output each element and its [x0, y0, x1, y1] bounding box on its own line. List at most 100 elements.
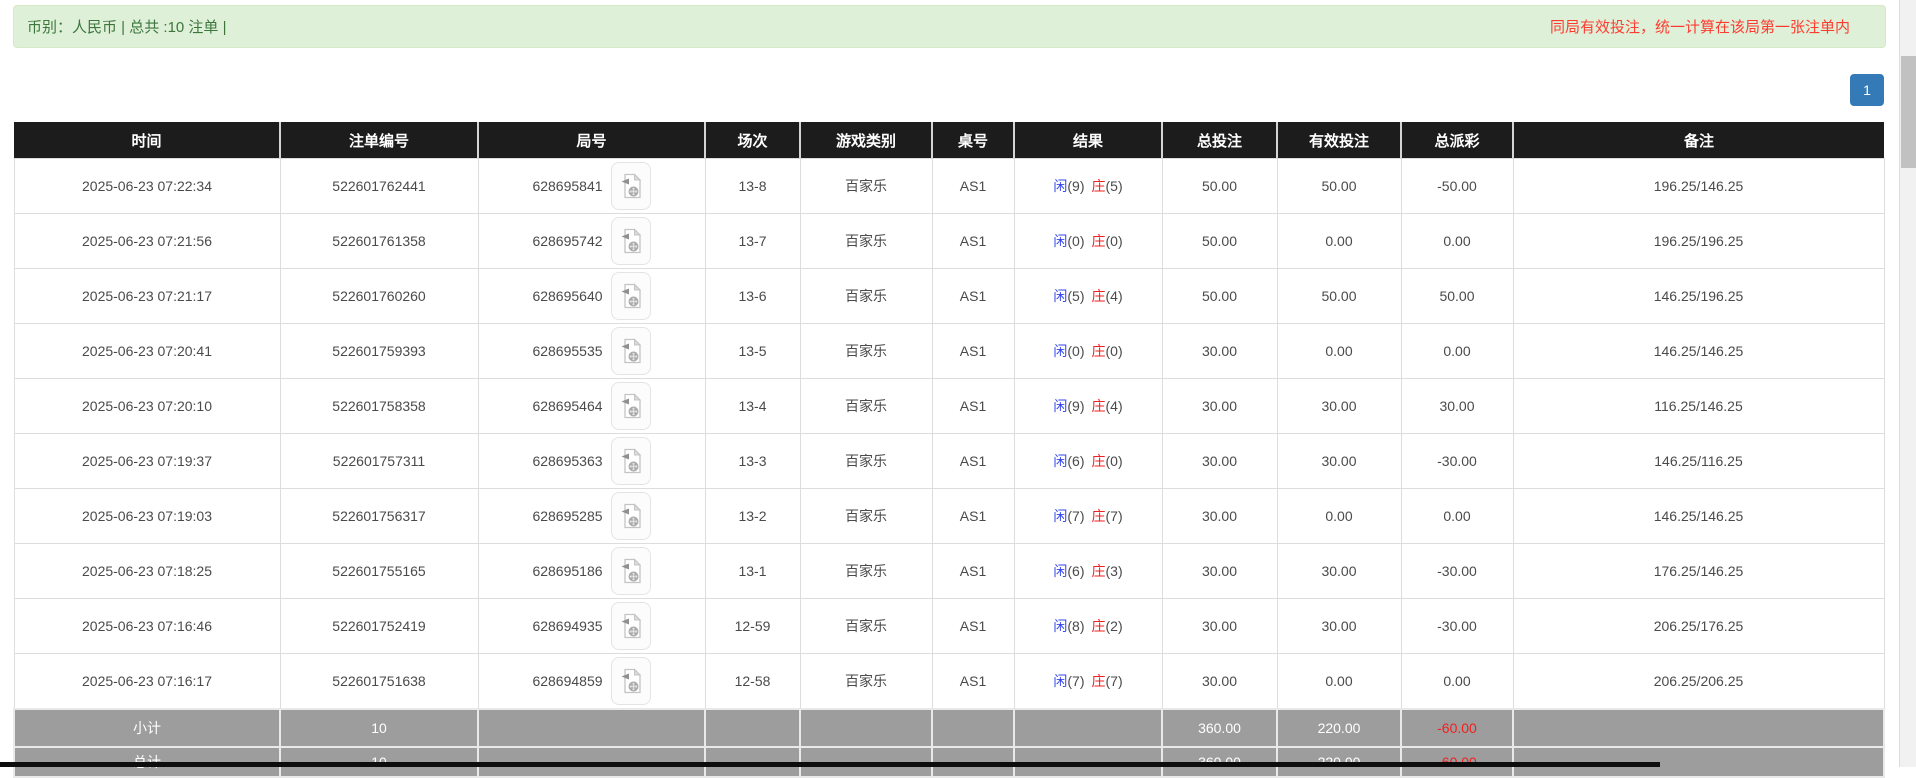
summary-banner: 币别：人民币 | 总共 :10 注单 | 同局有效投注，统一计算在该局第一张注单… [13, 5, 1886, 48]
cell-table-no: AS1 [932, 489, 1014, 544]
result-banker-score: (0) [1106, 233, 1123, 249]
round-no-wrap: 628695841 [483, 162, 701, 210]
cell-remark: 146.25/146.25 [1513, 324, 1884, 379]
video-record-icon[interactable] [611, 382, 651, 430]
cell-empty [1513, 709, 1884, 747]
table-row: 2025-06-23 07:18:25522601755165628695186… [14, 544, 1884, 599]
round-no: 628695285 [532, 508, 602, 524]
cell-valid-bet: 30.00 [1277, 544, 1401, 599]
cell-result: 闲(8)庄(2) [1014, 599, 1162, 654]
cell-time: 2025-06-23 07:18:25 [14, 544, 280, 599]
video-record-icon[interactable] [611, 547, 651, 595]
cell-bet-id: 522601752419 [280, 599, 478, 654]
cell-round-no: 628695363 [478, 434, 705, 489]
cell-round-no: 628695535 [478, 324, 705, 379]
cell-valid-bet: 30.00 [1277, 434, 1401, 489]
cell-table-no: AS1 [932, 324, 1014, 379]
cell-table-no: AS1 [932, 269, 1014, 324]
video-record-icon[interactable] [611, 657, 651, 705]
table-body: 2025-06-23 07:22:34522601762441628695841… [14, 159, 1884, 710]
cell-table-no: AS1 [932, 379, 1014, 434]
cell-table-no: AS1 [932, 214, 1014, 269]
video-record-icon[interactable] [611, 327, 651, 375]
cell-session: 13-5 [705, 324, 800, 379]
table-row: 2025-06-23 07:20:41522601759393628695535… [14, 324, 1884, 379]
cell-bet-id: 522601755165 [280, 544, 478, 599]
subtotal-total-bet: 360.00 [1162, 709, 1277, 747]
cell-remark: 196.25/196.25 [1513, 214, 1884, 269]
cell-result: 闲(0)庄(0) [1014, 324, 1162, 379]
cell-empty [800, 709, 932, 747]
cell-result: 闲(7)庄(7) [1014, 489, 1162, 544]
scrollbar-track[interactable] [1899, 0, 1916, 767]
cell-game-type: 百家乐 [800, 159, 932, 214]
film-page-glyph [620, 393, 642, 419]
column-header-bet-id: 注单编号 [280, 122, 478, 159]
cell-payout: 0.00 [1401, 324, 1513, 379]
cell-bet-id: 522601761358 [280, 214, 478, 269]
cell-result: 闲(6)庄(3) [1014, 544, 1162, 599]
cell-valid-bet: 50.00 [1277, 159, 1401, 214]
video-record-icon[interactable] [611, 492, 651, 540]
cell-payout: 0.00 [1401, 489, 1513, 544]
cell-table-no: AS1 [932, 159, 1014, 214]
cell-table-no: AS1 [932, 544, 1014, 599]
round-no: 628695841 [532, 178, 602, 194]
cell-bet-id: 522601760260 [280, 269, 478, 324]
cell-game-type: 百家乐 [800, 654, 932, 710]
cell-game-type: 百家乐 [800, 489, 932, 544]
subtotal-label: 小计 [14, 709, 280, 747]
result-player-score: (0) [1067, 233, 1084, 249]
cell-game-type: 百家乐 [800, 269, 932, 324]
cell-round-no: 628695464 [478, 379, 705, 434]
cell-total-bet: 30.00 [1162, 544, 1277, 599]
scrollbar-thumb[interactable] [1901, 56, 1916, 168]
cell-total-bet: 30.00 [1162, 379, 1277, 434]
film-page-glyph [620, 338, 642, 364]
bets-table: 时间注单编号局号场次游戏类别桌号结果总投注有效投注总派彩备注 2025-06-2… [13, 122, 1885, 778]
cell-empty [1014, 709, 1162, 747]
round-no-wrap: 628695285 [483, 492, 701, 540]
cell-result: 闲(6)庄(0) [1014, 434, 1162, 489]
page: 币别：人民币 | 总共 :10 注单 | 同局有效投注，统一计算在该局第一张注单… [0, 0, 1916, 767]
cell-game-type: 百家乐 [800, 544, 932, 599]
column-header-table-no: 桌号 [932, 122, 1014, 159]
table-row: 2025-06-23 07:16:17522601751638628694859… [14, 654, 1884, 710]
cell-payout: -30.00 [1401, 434, 1513, 489]
video-record-icon[interactable] [611, 217, 651, 265]
cell-game-type: 百家乐 [800, 379, 932, 434]
cell-game-type: 百家乐 [800, 324, 932, 379]
column-header-round-no: 局号 [478, 122, 705, 159]
table-row: 2025-06-23 07:20:10522601758358628695464… [14, 379, 1884, 434]
cell-result: 闲(0)庄(0) [1014, 214, 1162, 269]
column-header-result: 结果 [1014, 122, 1162, 159]
result-player-label: 闲 [1053, 288, 1067, 304]
cell-total-bet: 30.00 [1162, 489, 1277, 544]
cell-session: 13-2 [705, 489, 800, 544]
result-banker-label: 庄 [1092, 178, 1106, 194]
result-player-label: 闲 [1053, 343, 1067, 359]
table-row: 2025-06-23 07:22:34522601762441628695841… [14, 159, 1884, 214]
result-banker-score: (0) [1106, 453, 1123, 469]
cell-session: 13-3 [705, 434, 800, 489]
round-no: 628695363 [532, 453, 602, 469]
film-page-glyph [620, 613, 642, 639]
result-player-score: (9) [1067, 178, 1084, 194]
table-row: 2025-06-23 07:21:17522601760260628695640… [14, 269, 1884, 324]
cell-remark: 176.25/146.25 [1513, 544, 1884, 599]
video-record-icon[interactable] [611, 437, 651, 485]
table-row: 2025-06-23 07:19:37522601757311628695363… [14, 434, 1884, 489]
result-player-label: 闲 [1053, 233, 1067, 249]
cell-payout: -30.00 [1401, 544, 1513, 599]
cell-round-no: 628695186 [478, 544, 705, 599]
cell-bet-id: 522601759393 [280, 324, 478, 379]
video-record-icon[interactable] [611, 602, 651, 650]
cell-total-bet: 50.00 [1162, 214, 1277, 269]
round-no: 628695464 [532, 398, 602, 414]
cell-valid-bet: 0.00 [1277, 324, 1401, 379]
video-record-icon[interactable] [611, 162, 651, 210]
video-record-icon[interactable] [611, 272, 651, 320]
page-button-1[interactable]: 1 [1850, 74, 1884, 106]
cell-round-no: 628695640 [478, 269, 705, 324]
result-banker-label: 庄 [1092, 508, 1106, 524]
